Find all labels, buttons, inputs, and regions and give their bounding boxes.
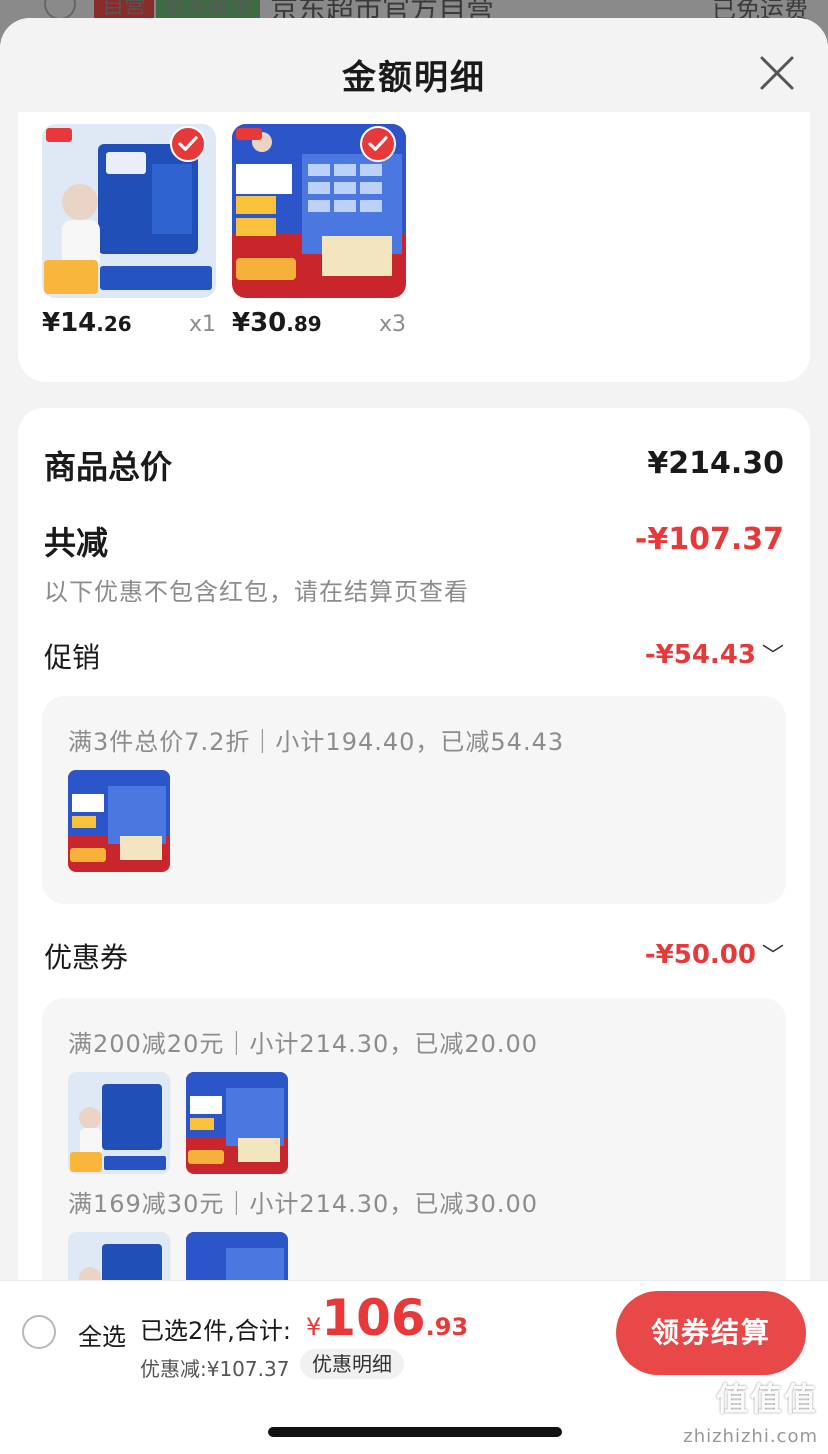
- sheet-title: 金额明细: [342, 58, 486, 98]
- reduction-label: 共减: [44, 524, 109, 562]
- sheet-header: 金额明细: [0, 18, 828, 124]
- selected-check-icon[interactable]: [170, 126, 206, 162]
- discount-amount: 优惠减:¥107.37: [140, 1357, 290, 1381]
- coupon-rule: 满200减20元｜小计214.30，已减20.00: [68, 1030, 539, 1058]
- total-price: ¥106.93: [306, 1289, 469, 1347]
- goods-total-value: ¥214.30: [647, 446, 784, 481]
- promotion-label: 促销: [44, 641, 101, 674]
- goods-total-label: 商品总价: [44, 448, 173, 486]
- amount-detail-sheet: 金额明细 ¥14.26 x1 ¥30.89 x3 商品总价 ¥214.30 共减…: [0, 18, 828, 1454]
- select-all-radio[interactable]: [22, 1315, 56, 1349]
- close-icon[interactable]: [758, 54, 796, 92]
- product-price: ¥14.26: [42, 308, 132, 338]
- products-card: ¥14.26 x1 ¥30.89 x3: [18, 112, 810, 382]
- coupon-label: 优惠券: [44, 941, 129, 974]
- promotion-product-thumbnail[interactable]: [68, 770, 170, 872]
- coupon-product-thumbnail[interactable]: [186, 1072, 288, 1174]
- checkout-button[interactable]: 领券结算: [616, 1291, 806, 1375]
- product-quantity: x1: [188, 312, 216, 337]
- selected-check-icon[interactable]: [360, 126, 396, 162]
- product-quantity: x3: [378, 312, 406, 337]
- watermark-url: zhizhizhi.com: [683, 1426, 818, 1447]
- coupon-product-thumbnail[interactable]: [68, 1072, 170, 1174]
- promotion-rule: 满3件总价7.2折｜小计194.40，已减54.43: [68, 728, 565, 756]
- promotion-detail-box: 满3件总价7.2折｜小计194.40，已减54.43: [42, 696, 786, 904]
- coupon-value[interactable]: -¥50.00 ﹀: [645, 938, 784, 970]
- select-all-label[interactable]: 全选: [78, 1317, 126, 1352]
- chevron-down-icon[interactable]: ﹀: [762, 944, 784, 969]
- home-indicator: [268, 1427, 562, 1437]
- watermark-logo: 值值值: [715, 1380, 818, 1418]
- reduction-value: -¥107.37: [634, 522, 784, 557]
- discount-detail-button[interactable]: 优惠明细: [300, 1349, 404, 1379]
- chevron-down-icon[interactable]: ﹀: [762, 644, 784, 669]
- selected-count: 已选2件,合计:: [140, 1317, 291, 1345]
- reduction-note: 以下优惠不包含红包，请在结算页查看: [44, 578, 469, 606]
- store-select-radio: [44, 0, 76, 20]
- promotion-value[interactable]: -¥54.43 ﹀: [645, 638, 784, 670]
- product-price: ¥30.89: [232, 308, 322, 338]
- coupon-rule: 满169减30元｜小计214.30，已减30.00: [68, 1190, 539, 1218]
